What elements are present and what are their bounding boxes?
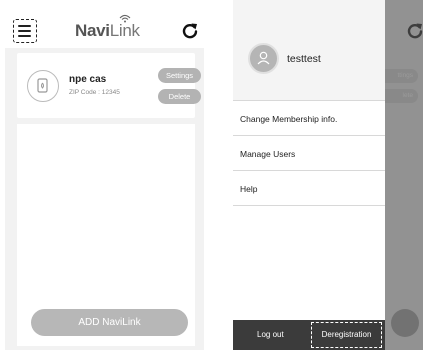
delete-button[interactable]: Delete [158, 89, 201, 104]
refresh-icon[interactable] [181, 22, 199, 40]
main-screen: NaviLink npe cas ZIP Code : 12345 Settin… [5, 0, 204, 350]
device-name: npe cas [69, 74, 107, 85]
device-list-area: npe cas ZIP Code : 12345 Settings Delete [5, 48, 204, 350]
menu-button[interactable] [13, 19, 37, 43]
drawer-header: testtest [233, 0, 385, 101]
device-avatar [27, 70, 59, 102]
drawer-footer: Log out Deregistration [233, 320, 385, 350]
side-drawer: testtest Change Membership info. Manage … [233, 0, 385, 350]
settings-button[interactable]: Settings [158, 68, 201, 83]
navilink-logo: NaviLink [75, 14, 147, 40]
user-avatar-icon [257, 51, 270, 65]
user-name: testtest [287, 53, 321, 65]
device-zip-code: ZIP Code : 12345 [69, 89, 120, 96]
menu-item-help[interactable]: Help [233, 172, 385, 206]
user-avatar [248, 43, 279, 74]
device-card[interactable]: npe cas ZIP Code : 12345 Settings Delete [17, 53, 201, 118]
hamburger-menu-icon [18, 25, 31, 37]
water-heater-icon [37, 78, 48, 93]
logout-button[interactable]: Log out [257, 330, 284, 339]
logo-text-navi: Navi [75, 21, 110, 40]
menu-drawer-screen: ttings lete testtest Change Membership i… [233, 0, 423, 350]
add-navilink-button[interactable]: ADD NaviLink [31, 309, 188, 336]
dim-overlay[interactable] [385, 0, 423, 350]
logo-text-link: Link [109, 21, 140, 40]
deregistration-button[interactable]: Deregistration [311, 322, 382, 348]
menu-item-manage-users[interactable]: Manage Users [233, 137, 385, 171]
app-header: NaviLink [5, 0, 204, 48]
menu-item-change-membership[interactable]: Change Membership info. [233, 102, 385, 136]
